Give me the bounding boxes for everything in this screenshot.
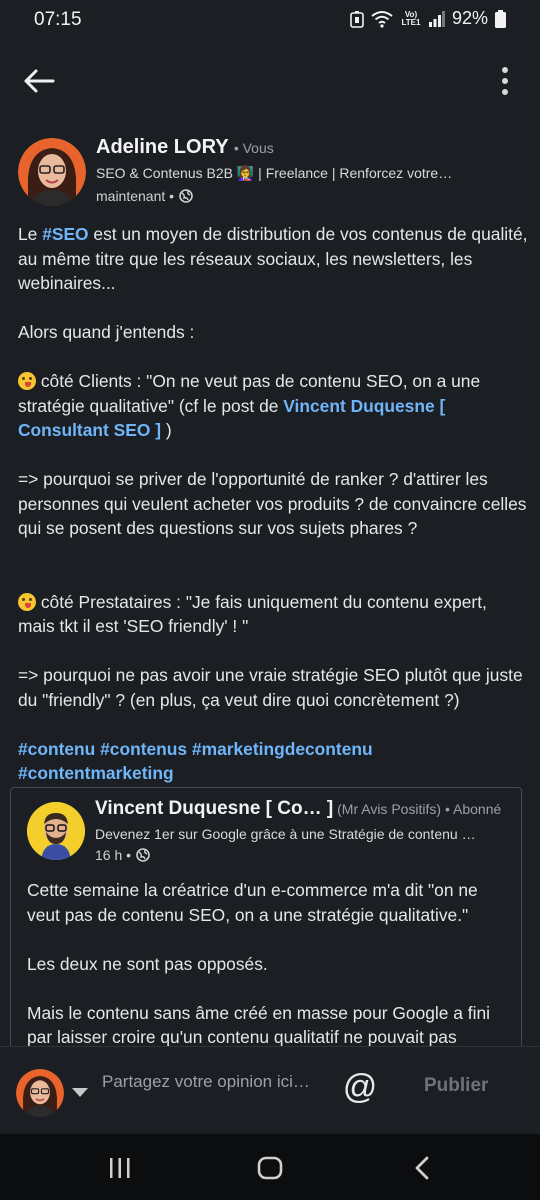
recent-apps-button[interactable]: [98, 1146, 142, 1190]
post-paragraph: => pourquoi ne pas avoir une vraie strat…: [18, 665, 523, 710]
arrow-left-icon: [24, 69, 55, 93]
text-segment: côté Prestataires : "Je fais uniquement …: [18, 591, 487, 637]
comment-bar: Partagez votre opinion ici… @ Publier: [0, 1046, 540, 1135]
text-segment: Le: [18, 224, 43, 244]
mention-at-button[interactable]: @: [340, 1067, 380, 1107]
post-paragraph: côté Prestataires : "Je fais uniquement …: [18, 590, 528, 639]
author-you-badge: • Vous: [233, 140, 274, 156]
author-name[interactable]: Adeline LORY: [96, 136, 228, 158]
text-segment: ): [161, 420, 172, 440]
shared-paragraph: Les deux ne sont pas opposés.: [27, 953, 268, 974]
back-nav-button[interactable]: [400, 1146, 444, 1190]
winking-tongue-emoji-icon: [18, 592, 36, 611]
hashtag-seo[interactable]: #SEO: [42, 224, 88, 244]
shared-author-name-row[interactable]: Vincent Duquesne [ Co… ] (Mr Avis Positi…: [95, 798, 515, 820]
back-button[interactable]: [16, 58, 62, 104]
battery-percent: 92%: [451, 8, 488, 28]
status-icons: Vo) LTE1 92%: [350, 8, 506, 29]
status-time: 07:15: [34, 9, 82, 30]
shared-author-headline: Devenez 1er sur Google grâce à une Strat…: [95, 826, 476, 842]
battery-icon: [495, 9, 506, 28]
signal-icon: [428, 10, 445, 27]
post-hashtags[interactable]: #contenu #contenus #marketingdecontenu #…: [18, 737, 528, 786]
lte-indicator: Vo) LTE1: [401, 9, 421, 27]
post-paragraph: => pourquoi se priver de l'opportunité d…: [18, 469, 527, 538]
post-paragraph: côté Clients : "On ne veut pas de conten…: [18, 369, 528, 443]
shared-author-name[interactable]: Vincent Duquesne [ Co… ]: [95, 798, 333, 819]
app-bar: [0, 44, 540, 116]
chevron-left-icon: [415, 1156, 429, 1180]
post-paragraph: Alors quand j'entends :: [18, 322, 195, 342]
shared-post-time: 16 h •: [95, 847, 132, 863]
home-icon: [257, 1156, 283, 1180]
post-time: maintenant •: [96, 188, 175, 204]
post-paragraph: Le #SEO est un moyen de distribution de …: [18, 222, 528, 296]
shared-post-body: Cette semaine la créatrice d'un e-commer…: [11, 868, 521, 1050]
system-nav-bar: [0, 1134, 540, 1200]
globe-icon: [136, 848, 150, 862]
recent-apps-icon: [110, 1158, 130, 1178]
publish-button[interactable]: Publier: [424, 1075, 488, 1097]
shared-author-extra: (Mr Avis Positifs) • Abonné: [333, 801, 502, 817]
shared-author-avatar[interactable]: [27, 802, 85, 860]
more-vertical-icon: [502, 67, 508, 95]
globe-icon: [179, 189, 193, 203]
shared-paragraph: Mais le contenu sans âme créé en masse p…: [27, 1002, 491, 1048]
post-body: Le #SEO est un moyen de distribution de …: [18, 222, 528, 786]
text-segment: est un moyen de distribution de vos cont…: [18, 224, 528, 293]
home-button[interactable]: [248, 1146, 292, 1190]
author-avatar[interactable]: [18, 138, 86, 206]
post: Adeline LORY • Vous SEO & Contenus B2B 👩…: [18, 136, 528, 810]
alarm-icon: [350, 10, 364, 28]
more-options-button[interactable]: [490, 58, 520, 104]
commenter-avatar[interactable]: [16, 1069, 64, 1117]
shared-paragraph: Cette semaine la créatrice d'un e-commer…: [27, 880, 478, 925]
wifi-icon: [371, 10, 393, 28]
shared-time-row: 16 h •: [95, 847, 515, 863]
winking-tongue-emoji-icon: [18, 372, 36, 390]
identity-dropdown-button[interactable]: [72, 1085, 88, 1103]
shared-post[interactable]: Vincent Duquesne [ Co… ] (Mr Avis Positi…: [10, 787, 522, 1088]
post-author[interactable]: Adeline LORY • Vous SEO & Contenus B2B 👩…: [18, 136, 528, 212]
author-headline: SEO & Contenus B2B 👩‍🏫 | Freelance | Ren…: [96, 165, 453, 181]
comment-input[interactable]: Partagez votre opinion ici…: [102, 1071, 312, 1093]
caret-down-icon: [72, 1088, 88, 1097]
status-bar: 07:15 Vo) LTE1 92%: [0, 0, 540, 40]
author-name-row[interactable]: Adeline LORY • Vous: [96, 136, 526, 159]
shared-post-author[interactable]: Vincent Duquesne [ Co… ] (Mr Avis Positi…: [11, 788, 521, 868]
post-time-row: maintenant •: [96, 188, 526, 204]
